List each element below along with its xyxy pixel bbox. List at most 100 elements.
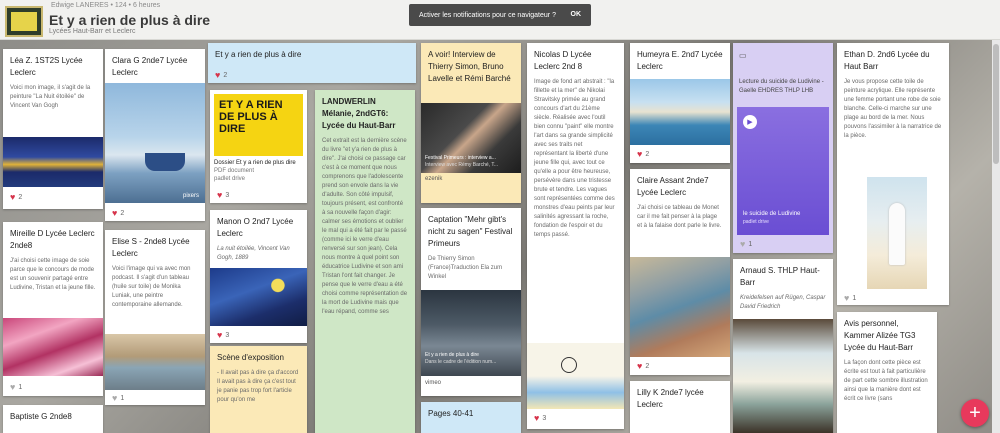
like-counter[interactable]: ♥ 1 <box>844 293 856 303</box>
post-title: Pages 40-41 <box>428 409 474 418</box>
board-avatar[interactable] <box>5 6 43 37</box>
post-card[interactable]: Scène d'exposition - Il avait pas à dire… <box>210 346 307 433</box>
poster-text: ET Y A RIEN DE PLUS À DIRE <box>219 99 283 135</box>
notification-text: Activer les notifications pour ce naviga… <box>419 11 556 19</box>
like-counter[interactable]: ♥ 3 <box>217 190 229 200</box>
board-title: Et y a rien de plus à dire <box>49 12 211 28</box>
post-image[interactable]: pixers <box>105 83 205 203</box>
post-card[interactable]: Captation "Mehr gibt's nicht zu sagen" F… <box>421 208 521 396</box>
post-card[interactable]: Arnaud S. THLP Haut-Barr Kreidefelsen au… <box>733 259 833 433</box>
post-title: Arnaud S. THLP Haut-Barr <box>740 266 820 287</box>
post-card[interactable]: Baptiste G 2nde8 <box>3 405 103 433</box>
poster-image[interactable]: ET Y A RIEN DE PLUS À DIRE <box>214 94 303 156</box>
post-body: J'ai choisi ce tableau de Monet car il m… <box>637 205 722 229</box>
post-title: Avis personnel, Kammer Alizée TG3 Lycée … <box>844 319 916 352</box>
post-card[interactable]: A voir! Interview de Thierry Simon, Brun… <box>421 43 521 203</box>
post-body: Je vous propose cette toile de peinture … <box>844 79 942 139</box>
post-card[interactable]: ET Y A RIEN DE PLUS À DIRE Dossier Et y … <box>210 90 307 203</box>
like-counter[interactable]: ♥ 2 <box>637 361 649 371</box>
video-thumbnail[interactable]: Festival Primeurs : interview a... Inter… <box>421 103 521 173</box>
heart-icon: ♥ <box>740 239 746 249</box>
post-body: La façon dont cette pièce est écrite est… <box>844 360 928 402</box>
document-icon: ▭ <box>739 51 747 60</box>
post-title: Claire Assant 2nde7 Lycée Leclerc <box>637 176 709 197</box>
section-title: Et y a rien de plus à dire <box>215 50 302 59</box>
notification-prompt: Activer les notifications pour ce naviga… <box>409 4 591 26</box>
post-title: Clara G 2nde7 Lycée Leclerc <box>112 56 188 77</box>
video-caption-2: Interview avec Rémy Barché, T... <box>425 162 498 168</box>
heart-icon: ♥ <box>112 208 118 218</box>
post-card[interactable]: Pages 40-41 <box>421 402 521 433</box>
post-image[interactable] <box>210 268 307 326</box>
post-title: LANDWERLIN Mélanie, 2ndGT6: Lycée du Hau… <box>322 97 396 130</box>
post-title: Lecture du suicide de Ludivine - Gaelle … <box>739 79 824 94</box>
boat-shape <box>145 153 185 171</box>
post-body: Voici l'image qui va avec mon podcast. I… <box>112 266 191 308</box>
post-title: Captation "Mehr gibt's nicht zu sagen" F… <box>428 215 513 248</box>
post-image[interactable] <box>867 177 927 289</box>
document-type: PDF document <box>214 168 255 174</box>
scrollbar-thumb[interactable] <box>993 44 999 164</box>
post-title: Ethan D. 2nd6 Lycée du Haut Barr <box>844 50 930 71</box>
post-image[interactable] <box>733 319 833 433</box>
heart-icon: ♥ <box>217 330 223 340</box>
like-counter[interactable]: ♥ 1 <box>10 382 22 392</box>
play-icon[interactable]: ▶ <box>743 115 757 129</box>
like-counter[interactable]: ♥ 2 <box>10 192 22 202</box>
video-caption: Festival Primeurs : interview a... <box>425 155 496 161</box>
add-post-button[interactable]: + <box>961 399 989 427</box>
document-source: padlet drive <box>214 176 246 182</box>
post-title: Manon O 2nd7 Lycée Leclerc <box>217 217 294 238</box>
video-thumbnail[interactable]: Et y a rien de plus à dire Dans le cadre… <box>421 290 521 376</box>
figure-dress <box>889 203 905 265</box>
audio-source: padlet drive <box>743 219 769 225</box>
post-image[interactable] <box>3 318 103 376</box>
video-source: vimeo <box>425 380 442 386</box>
section-header[interactable]: Et y a rien de plus à dire ♥ 2 <box>208 43 416 83</box>
post-card[interactable]: Avis personnel, Kammer Alizée TG3 Lycée … <box>837 312 937 433</box>
post-card[interactable]: Ethan D. 2nd6 Lycée du Haut Barr Je vous… <box>837 43 949 305</box>
post-card[interactable]: ▭ Lecture du suicide de Ludivine - Gaell… <box>733 43 833 253</box>
like-counter[interactable]: ♥ 1 <box>112 393 124 403</box>
post-image[interactable] <box>630 257 730 357</box>
heart-icon: ♥ <box>637 361 643 371</box>
post-image[interactable] <box>630 79 730 145</box>
heart-icon: ♥ <box>637 149 643 159</box>
post-body: J'ai choisi cette image de soie parce qu… <box>10 258 96 291</box>
post-card[interactable]: Elise S - 2nde8 Lycée Leclerc Voici l'im… <box>105 230 205 405</box>
post-card[interactable]: Humeyra E. 2nd7 Lycée Leclerc ♥ 2 <box>630 43 730 163</box>
audio-title: le suicide de Ludivine <box>743 211 801 217</box>
post-card[interactable]: LANDWERLIN Mélanie, 2ndGT6: Lycée du Hau… <box>315 90 415 433</box>
post-image[interactable] <box>105 334 205 390</box>
post-card[interactable]: Léa Z. 1ST2S Lycée Leclerc Voici mon ima… <box>3 49 103 209</box>
post-card[interactable]: Clara G 2nde7 Lycée Leclerc pixers ♥ 2 <box>105 49 205 221</box>
like-counter[interactable]: ♥ 3 <box>534 413 546 423</box>
post-card[interactable]: Mireille D Lycée Leclerc 2nde8 J'ai choi… <box>3 222 103 396</box>
post-card[interactable]: Nicolas D Lycée Leclerc 2nd 8 Image de f… <box>527 43 624 429</box>
heart-icon: ♥ <box>217 190 223 200</box>
post-title: Elise S - 2nde8 Lycée Leclerc <box>112 237 190 258</box>
post-body: Image de fond art abstrait : "la fillett… <box>534 79 615 238</box>
like-counter[interactable]: ♥ 3 <box>217 330 229 340</box>
heart-icon: ♥ <box>112 393 118 403</box>
like-counter[interactable]: ♥ 1 <box>740 239 752 249</box>
audio-player[interactable]: ▶ le suicide de Ludivine padlet drive <box>737 107 829 235</box>
like-counter[interactable]: ♥ 2 <box>637 149 649 159</box>
post-title: Scène d'exposition <box>217 353 284 362</box>
notification-ok-button[interactable]: OK <box>571 11 582 18</box>
post-title: Mireille D Lycée Leclerc 2nde8 <box>10 229 95 250</box>
heart-icon: ♥ <box>534 413 540 423</box>
post-card[interactable]: Lilly K 2nde7 lycée Leclerc <box>630 381 730 433</box>
post-body: - Il avait pas à dire ça d'accord Il ava… <box>217 370 299 403</box>
board-meta: Edwige LANERES • 124 • 6 heures <box>51 2 161 9</box>
board-subtitle: Lycées Haut-Barr et Leclerc <box>49 28 136 35</box>
post-card[interactable]: Claire Assant 2nde7 Lycée Leclerc J'ai c… <box>630 169 730 375</box>
video-source: ezenik <box>425 176 443 182</box>
like-counter[interactable]: ♥ 2 <box>112 208 124 218</box>
drawing-figure <box>561 357 577 373</box>
post-image[interactable] <box>3 137 103 187</box>
post-image[interactable] <box>527 343 624 409</box>
post-card[interactable]: Manon O 2nd7 Lycée Leclerc La nuit étoil… <box>210 210 307 343</box>
post-title: Léa Z. 1ST2S Lycée Leclerc <box>10 56 83 77</box>
like-counter[interactable]: ♥ 2 <box>215 70 227 80</box>
